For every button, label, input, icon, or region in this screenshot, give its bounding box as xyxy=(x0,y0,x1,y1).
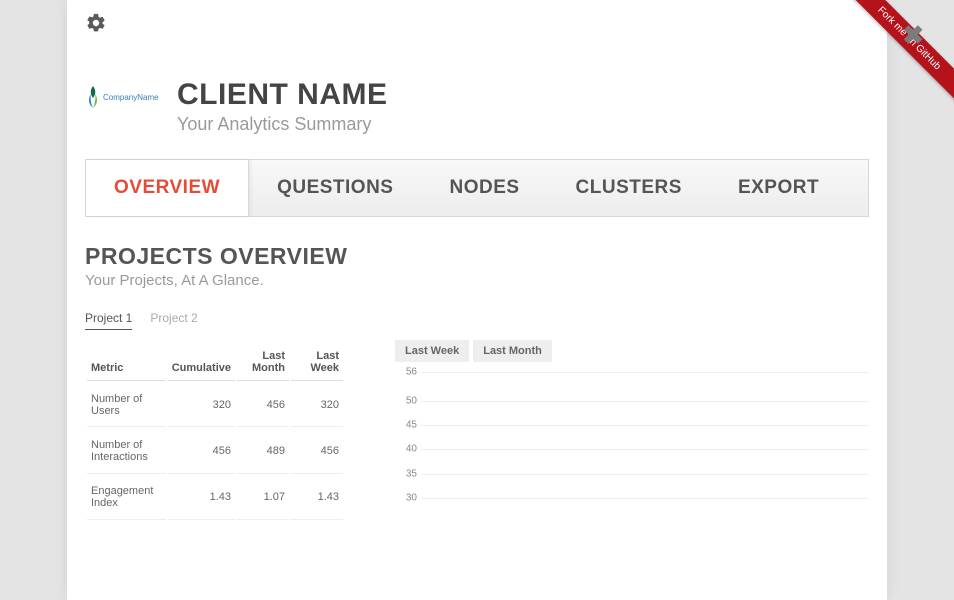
y-tick: 30 xyxy=(395,492,417,503)
col-last-month: Last Month xyxy=(237,340,289,381)
chart-toggles: Last Week Last Month xyxy=(395,340,869,362)
metric-name: Number of Users xyxy=(87,383,166,427)
section-title: PROJECTS OVERVIEW xyxy=(85,243,869,270)
tab-nodes[interactable]: NODES xyxy=(421,160,547,216)
y-tick: 35 xyxy=(395,468,417,479)
metric-cumulative: 320 xyxy=(168,383,235,427)
ribbon-label: Fork me on GitHub xyxy=(841,0,954,106)
tab-clusters[interactable]: CLUSTERS xyxy=(548,160,710,216)
y-tick: 50 xyxy=(395,396,417,407)
metric-last-month: 489 xyxy=(237,429,289,473)
page-subtitle: Your Analytics Summary xyxy=(177,114,388,135)
metric-name: Engagement Index xyxy=(87,476,166,520)
table-header-row: Metric Cumulative Last Month Last Week xyxy=(87,340,343,381)
y-tick: 56 xyxy=(395,367,417,378)
project-tabs: Project 1 Project 2 xyxy=(85,311,869,330)
table-row: Engagement Index 1.43 1.07 1.43 xyxy=(87,476,343,520)
chart-panel: Last Week Last Month 30 35 40 45 50 56 xyxy=(395,338,869,522)
metric-last-month: 456 xyxy=(237,383,289,427)
github-fork-ribbon[interactable]: Fork me on GitHub xyxy=(834,0,954,120)
page-header: CompanyName CLIENT NAME Your Analytics S… xyxy=(85,78,869,135)
chart-bars xyxy=(421,372,869,522)
tab-overview[interactable]: OVERVIEW xyxy=(86,160,249,216)
table-row: Number of Interactions 456 489 456 xyxy=(87,429,343,473)
metrics-table: Metric Cumulative Last Month Last Week N… xyxy=(85,338,345,522)
tab-export[interactable]: EXPORT xyxy=(710,160,847,216)
col-cumulative: Cumulative xyxy=(168,340,235,381)
y-tick: 40 xyxy=(395,444,417,455)
tab-questions[interactable]: QUESTIONS xyxy=(249,160,421,216)
project-tab-1[interactable]: Project 1 xyxy=(85,311,132,330)
table-row: Number of Users 320 456 320 xyxy=(87,383,343,427)
app-container: CompanyName CLIENT NAME Your Analytics S… xyxy=(67,0,887,600)
gear-icon[interactable] xyxy=(85,12,107,39)
metric-last-week: 1.43 xyxy=(291,476,343,520)
metric-name: Number of Interactions xyxy=(87,429,166,473)
col-metric: Metric xyxy=(87,340,166,381)
metric-cumulative: 456 xyxy=(168,429,235,473)
metric-last-month: 1.07 xyxy=(237,476,289,520)
content-row: Metric Cumulative Last Month Last Week N… xyxy=(85,338,869,522)
main-tabs: OVERVIEW QUESTIONS NODES CLUSTERS EXPORT xyxy=(85,159,869,217)
close-icon[interactable]: ✖ xyxy=(902,20,924,51)
toolbar xyxy=(85,8,869,42)
toggle-last-week[interactable]: Last Week xyxy=(395,340,469,362)
project-tab-2[interactable]: Project 2 xyxy=(150,311,197,330)
metric-last-week: 456 xyxy=(291,429,343,473)
company-logo: CompanyName xyxy=(85,84,165,117)
bar-chart: 303540455056 xyxy=(395,372,869,522)
metric-last-week: 320 xyxy=(291,383,343,427)
section-subtitle: Your Projects, At A Glance. xyxy=(85,272,869,289)
col-last-week: Last Week xyxy=(291,340,343,381)
y-tick: 45 xyxy=(395,420,417,431)
logo-text: CompanyName xyxy=(103,93,159,102)
client-name: CLIENT NAME xyxy=(177,78,388,112)
title-block: CLIENT NAME Your Analytics Summary xyxy=(177,78,388,135)
metric-cumulative: 1.43 xyxy=(168,476,235,520)
toggle-last-month[interactable]: Last Month xyxy=(473,340,552,362)
